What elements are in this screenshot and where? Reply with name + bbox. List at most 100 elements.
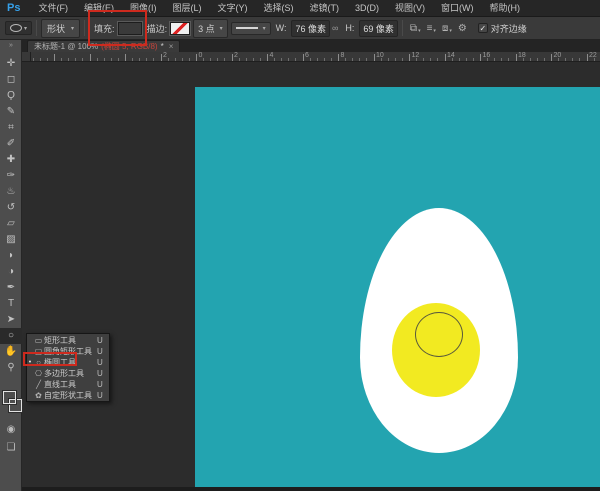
ruler-tick [146,58,147,61]
chevron-down-icon: ▾ [71,25,74,32]
flyout-item-1[interactable]: ▢圆角矩形工具U [27,346,109,357]
tool-crop[interactable]: ⌗ [0,120,22,136]
stroke-label: 描边: [147,22,168,35]
tool-quick-selection[interactable]: ✎ [0,104,22,120]
foreground-swatch[interactable] [3,391,16,404]
align-edges-checkbox[interactable]: ✓ [478,23,488,33]
ruler-tick [82,58,83,61]
shape-icon: ⎔ [33,369,44,378]
path-operations-button[interactable]: ⧉ ▾ [410,23,421,34]
tool-blur[interactable]: ◗ [0,248,22,264]
flyout-item-0[interactable]: ▭矩形工具U [27,335,109,346]
tool-eraser[interactable]: ▱ [0,216,22,232]
tool-eyedropper[interactable]: ✐ [0,136,22,152]
flyout-item-2[interactable]: •○椭圆工具U [27,357,109,368]
flyout-item-label: 圆角矩形工具 [44,346,97,357]
tool-spot-healing-brush[interactable]: ✚ [0,152,22,168]
tool-ellipse[interactable]: ○ [0,328,22,344]
tool-preset-button[interactable]: ▾ [5,21,32,35]
flyout-item-label: 多边形工具 [44,368,97,379]
menu-item[interactable]: 图层(L) [164,0,209,17]
ruler-tick [437,58,438,61]
ruler-tick [75,58,76,61]
modified-indicator: * [161,42,164,51]
ruler-tick [587,54,588,61]
menu-item[interactable]: 文字(Y) [209,0,255,17]
tool-brush[interactable]: ✑ [0,168,22,184]
shape-icon: ✿ [33,391,44,400]
yolk-inner-ellipse[interactable] [415,312,463,357]
tool-lasso[interactable]: Ϙ [0,88,22,104]
geometry-options-button[interactable]: ⚙ [458,23,467,34]
close-tab-icon[interactable]: × [169,42,174,51]
document-title: 未标题-1 @ 100% [34,41,98,52]
shape-tool-flyout: ▭矩形工具U▢圆角矩形工具U•○椭圆工具U⎔多边形工具U╱直线工具U✿自定形状工… [26,333,110,402]
tool-hand[interactable]: ✋ [0,344,22,360]
menu-item[interactable]: 3D(D) [347,0,387,17]
horizontal-ruler: 20246810121416182022 [22,52,600,62]
menu-item[interactable]: 文件(F) [30,0,76,17]
ruler-tick [430,58,431,61]
collapse-panel-icon[interactable]: » [0,40,21,49]
stroke-style-select[interactable]: ▾ [231,22,271,35]
ruler-tick [168,58,169,61]
path-arrangement-icon: ⧈ [442,23,448,34]
tool-history-brush[interactable]: ↺ [0,200,22,216]
tool-move[interactable]: ✛ [0,56,22,72]
path-alignment-button[interactable]: ≡ ▾ [427,23,436,34]
tool-pen[interactable]: ✒ [0,280,22,296]
menu-item[interactable]: 选择(S) [255,0,301,17]
ruler-tick [295,58,296,61]
ruler-tick [260,58,261,61]
egg-shape[interactable] [360,208,518,453]
tool-gradient[interactable]: ▨ [0,232,22,248]
ruler-tick [345,58,346,61]
link-dimensions-icon[interactable]: ∞ [332,23,338,33]
flyout-item-3[interactable]: ⎔多边形工具U [27,368,109,379]
flyout-item-5[interactable]: ✿自定形状工具U [27,390,109,401]
ruler-tick [459,58,460,61]
menu-item[interactable]: 视图(V) [387,0,433,17]
ruler-tick [33,58,34,61]
quick-mask-button[interactable]: ◉ [0,424,22,435]
stroke-swatch[interactable] [170,22,190,35]
shape-mode-value: 形状 [47,22,65,35]
chevron-down-icon: ▾ [449,28,452,34]
tool-clone-stamp[interactable]: ♨ [0,184,22,200]
ruler-tick [338,54,339,61]
tool-dodge[interactable]: ◑ [0,264,22,280]
ruler-tick [374,54,375,61]
ruler-tick [196,54,197,61]
document-tab[interactable]: 未标题-1 @ 100% (椭圆 5, RGB/8) * × [27,40,180,52]
menu-item[interactable]: 滤镜(T) [301,0,347,17]
shape-mode-select[interactable]: 形状 ▾ [41,19,80,38]
stroke-width-select[interactable]: 3 点 ▾ [193,19,228,38]
divider [402,20,403,36]
chevron-down-icon: ▾ [220,25,223,32]
ruler-tick [68,58,69,61]
menu-item[interactable]: 帮助(H) [481,0,528,17]
ruler-label: 18 [518,52,526,59]
ruler-tick [288,58,289,61]
tool-path-selection[interactable]: ➤ [0,312,22,328]
flyout-item-shortcut: U [97,358,109,367]
chevron-down-icon: ▾ [263,25,266,32]
width-field[interactable]: 76 像素 [291,20,330,37]
height-label: H: [345,23,354,33]
screen-mode-button[interactable]: ❏ [0,442,22,453]
tool-rectangular-marquee[interactable]: ◻ [0,72,22,88]
egg-yolk[interactable] [392,303,480,397]
chevron-down-icon: ▾ [418,28,421,34]
path-arrangement-button[interactable]: ⧈ ▾ [442,23,452,34]
menu-item[interactable]: 窗口(W) [433,0,482,17]
menu-item[interactable]: 图像(I) [122,0,165,17]
ruler-tick [224,58,225,61]
menu-item[interactable]: 编辑(E) [76,0,122,17]
fill-swatch[interactable] [118,22,142,35]
flyout-item-4[interactable]: ╱直线工具U [27,379,109,390]
tool-type[interactable]: T [0,296,22,312]
tool-zoom[interactable]: ⚲ [0,360,22,376]
ruler-ticks: 20246810121416182022 [22,52,600,61]
canvas-area[interactable] [195,87,600,487]
height-field[interactable]: 69 像素 [359,20,398,37]
